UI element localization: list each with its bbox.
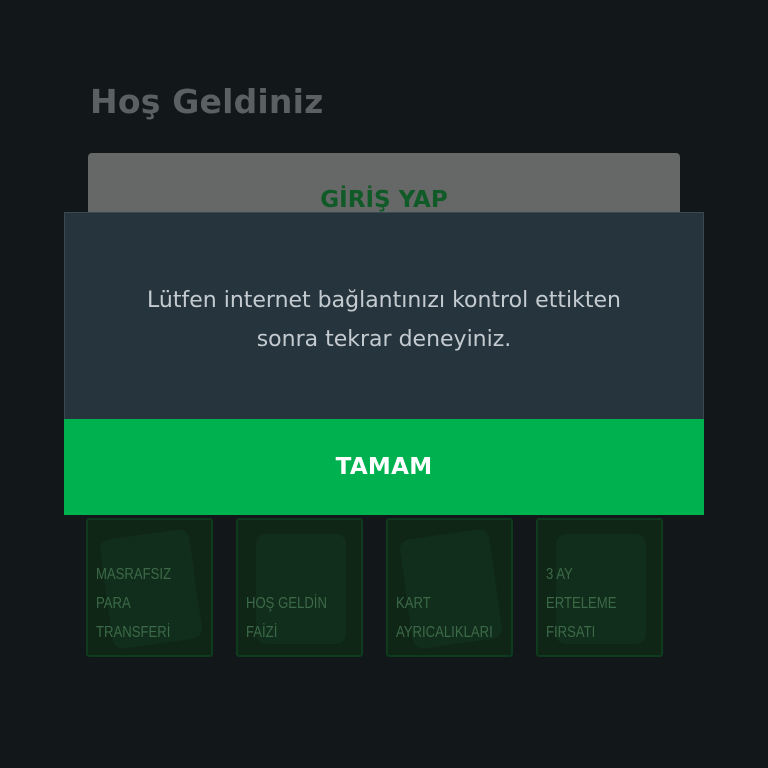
welcome-title: Hoş Geldiniz <box>90 82 324 121</box>
promo-card-transfer[interactable]: MASRAFSIZ PARA TRANSFERİ <box>86 518 213 657</box>
promo-list: MASRAFSIZ PARA TRANSFERİ HOŞ GELDİN FAİZ… <box>86 518 663 657</box>
promo-card-deferral[interactable]: 3 AY ERTELEME FIRSATI <box>536 518 663 657</box>
dialog-message: Lütfen internet bağlantınızı kontrol ett… <box>147 288 621 352</box>
ok-button[interactable]: TAMAM <box>64 419 704 515</box>
app-screen: Hoş Geldiniz GİRİŞ YAP MASRAFSIZ PARA TR… <box>0 0 768 768</box>
promo-label: KART AYRICALIKLARI <box>396 595 493 641</box>
promo-card-welcome-interest[interactable]: HOŞ GELDİN FAİZİ <box>236 518 363 657</box>
promo-label: 3 AY ERTELEME FIRSATI <box>546 566 617 641</box>
promo-card-card-privileges[interactable]: KART AYRICALIKLARI <box>386 518 513 657</box>
promo-label: MASRAFSIZ PARA TRANSFERİ <box>96 566 172 641</box>
connection-error-dialog: Lütfen internet bağlantınızı kontrol ett… <box>64 212 704 515</box>
promo-label: HOŞ GELDİN FAİZİ <box>246 595 327 641</box>
